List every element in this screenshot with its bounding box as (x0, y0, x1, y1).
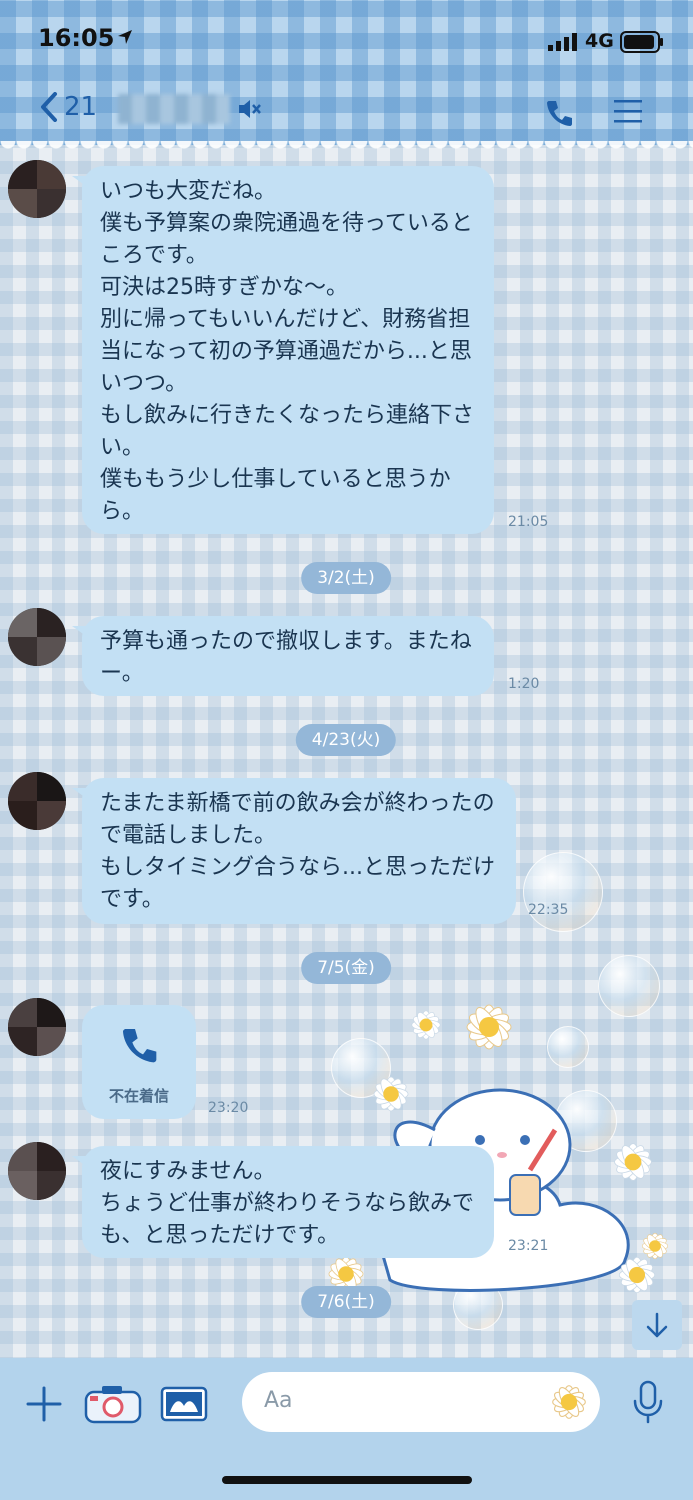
decor-bubble (598, 955, 660, 1017)
back-button[interactable]: 21 (40, 92, 97, 122)
avatar[interactable] (8, 160, 66, 218)
signal-icon (548, 33, 577, 51)
decor-bubble (523, 852, 603, 932)
image-icon[interactable] (160, 1384, 208, 1424)
flower-decoration (614, 1143, 652, 1181)
status-bar: 16:05 4G (0, 0, 693, 80)
flower-decoration (373, 1076, 409, 1112)
status-time: 16:05 (38, 24, 115, 52)
plus-icon[interactable] (24, 1384, 64, 1424)
mute-icon (239, 100, 261, 118)
back-chevron-icon (41, 92, 57, 122)
message-time: 21:05 (508, 514, 549, 530)
flower-decoration (466, 1004, 512, 1050)
flower-decoration (618, 1256, 656, 1294)
contact-name-blurred (118, 94, 230, 124)
message-input-placeholder: Aa (264, 1388, 293, 1413)
message-bubble[interactable]: たまたま新橋で前の飲み会が終わったので電話しました。 もしタイミング合うなら..… (72, 778, 516, 924)
date-separator: 7/6(土) (301, 1286, 391, 1318)
message-time: 23:21 (508, 1238, 549, 1254)
date-separator: 3/2(土) (301, 562, 391, 594)
emoji-icon[interactable] (546, 1379, 592, 1425)
message-time: 23:20 (208, 1100, 249, 1116)
battery-icon (620, 31, 663, 53)
network-type: 4G (585, 30, 614, 52)
flower-decoration (411, 1010, 441, 1040)
avatar[interactable] (8, 772, 66, 830)
menu-icon[interactable] (612, 98, 644, 124)
date-separator: 4/23(火) (295, 724, 397, 756)
message-input[interactable]: Aa (242, 1372, 600, 1432)
mic-icon[interactable] (630, 1379, 666, 1425)
message-time: 22:35 (528, 902, 569, 918)
date-separator: 7/5(金) (301, 952, 391, 984)
location-arrow-icon (118, 30, 132, 44)
avatar[interactable] (8, 1142, 66, 1200)
missed-call-bubble[interactable]: 不在着信 (82, 1005, 196, 1119)
decor-bubble (547, 1026, 589, 1068)
scroll-to-bottom-button[interactable] (632, 1300, 682, 1350)
chat-header: 16:05 4G 21 (0, 0, 693, 153)
message-bubble[interactable]: いつも大変だね。 僕も予算案の衆院通過を待っているところです。 可決は25時すぎ… (72, 166, 494, 534)
phone-call-icon (123, 1029, 157, 1063)
arrow-down-icon (646, 1312, 668, 1338)
camera-icon[interactable] (84, 1384, 142, 1424)
message-bubble[interactable]: 予算も通ったので撤収します。またねー。 (72, 616, 494, 696)
home-indicator (222, 1476, 472, 1484)
avatar[interactable] (8, 998, 66, 1056)
message-bubble[interactable]: 夜にすみません。 ちょうど仕事が終わりそうなら飲みでも、と思っただけです。 (72, 1146, 494, 1258)
avatar[interactable] (8, 608, 66, 666)
unread-count: 21 (64, 92, 98, 122)
missed-call-label: 不在着信 (108, 1087, 169, 1105)
message-time: 1:20 (508, 676, 540, 692)
phone-icon[interactable] (544, 98, 574, 128)
